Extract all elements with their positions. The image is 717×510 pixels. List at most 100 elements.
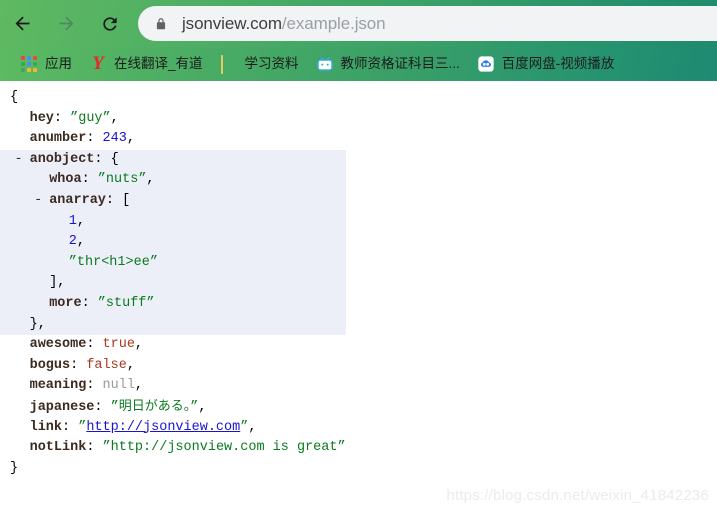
json-collapse-toggle[interactable]: - bbox=[14, 150, 24, 171]
json-token-q: ” bbox=[102, 440, 111, 456]
folder-icon bbox=[220, 55, 237, 74]
json-token-k: japanese bbox=[29, 399, 95, 415]
json-token-k: awesome bbox=[29, 337, 87, 353]
watermark: https://blog.csdn.net/weixin_41842236 bbox=[446, 487, 709, 504]
json-token-num: 1 bbox=[68, 213, 77, 229]
json-token-punc: , bbox=[110, 110, 119, 126]
json-token-num: 2 bbox=[68, 234, 77, 250]
bookmark-study-materials[interactable]: 学习资料 bbox=[214, 51, 306, 77]
json-token-punc: , bbox=[126, 131, 135, 147]
json-token-punc: : bbox=[86, 337, 103, 353]
baidu-pan-icon bbox=[478, 56, 494, 72]
json-token-k: link bbox=[29, 419, 62, 435]
json-token-punc: : bbox=[86, 440, 103, 456]
json-token-punc: }, bbox=[29, 316, 46, 332]
json-token-q: ” bbox=[70, 110, 79, 126]
json-line: notLink: ”http://jsonview.com is great” bbox=[0, 438, 346, 459]
json-line: whoa: ”nuts”, bbox=[0, 170, 346, 191]
bookmark-label: 百度网盘-视频播放 bbox=[501, 56, 615, 72]
forward-button[interactable] bbox=[44, 2, 88, 46]
json-token-punc: , bbox=[134, 337, 144, 353]
json-token-punc: : { bbox=[94, 151, 119, 167]
address-bar[interactable]: jsonview.com/example.json bbox=[138, 6, 717, 41]
json-viewer[interactable]: {hey: ”guy”, anumber: 243, - anobject: {who… bbox=[0, 88, 346, 479]
reload-icon bbox=[103, 16, 117, 31]
page-content: {hey: ”guy”, anumber: 243, - anobject: {who… bbox=[0, 81, 717, 510]
json-line: 1, bbox=[0, 211, 346, 233]
json-token-punc: : bbox=[86, 378, 103, 394]
bookmark-label: 在线翻译_有道 bbox=[114, 56, 203, 72]
json-token-punc: : bbox=[81, 172, 98, 188]
json-token-jp: 明日がある。 bbox=[118, 398, 191, 414]
json-token-str: thr<h1>ee bbox=[76, 254, 150, 270]
bookmark-youdao[interactable]: Y 在线翻译_有道 bbox=[83, 51, 210, 77]
json-token-punc: , bbox=[76, 234, 86, 250]
json-token-lnk[interactable]: http://jsonview.com bbox=[86, 420, 240, 435]
json-line: hey: ”guy”, bbox=[0, 109, 346, 130]
json-token-q: ” bbox=[97, 172, 106, 188]
json-line: } bbox=[0, 459, 346, 480]
json-token-punc: : bbox=[81, 295, 98, 311]
json-token-k: notLink bbox=[29, 440, 87, 456]
browser-window: jsonview.com/example.json 应用 Y 在线翻译_有道 学… bbox=[0, 0, 717, 510]
json-token-k: meaning bbox=[29, 378, 87, 394]
json-token-punc: , bbox=[126, 357, 135, 373]
bookmark-apps[interactable]: 应用 bbox=[14, 51, 79, 77]
json-line: meaning: null, bbox=[0, 376, 346, 397]
json-token-punc: } bbox=[10, 460, 19, 476]
json-line: 2, bbox=[0, 232, 346, 253]
json-token-punc: , bbox=[134, 378, 144, 394]
json-token-str: http://jsonview.com is great bbox=[110, 440, 338, 456]
json-token-punc: , bbox=[76, 213, 86, 229]
bookmark-label: 教师资格证科目三... bbox=[340, 56, 460, 72]
json-line: awesome: true, bbox=[0, 335, 346, 356]
reload-button[interactable] bbox=[88, 2, 132, 46]
json-token-k: hey bbox=[29, 110, 54, 126]
json-line: { bbox=[0, 88, 346, 109]
browser-toolbar: jsonview.com/example.json bbox=[0, 0, 717, 47]
json-token-bool: true bbox=[102, 337, 135, 353]
bookmark-baidu-pan[interactable]: 百度网盘-视频播放 bbox=[471, 51, 622, 77]
navigation-buttons bbox=[0, 0, 132, 47]
json-token-k: bogus bbox=[29, 357, 71, 373]
json-line: anumber: 243, bbox=[0, 129, 346, 150]
json-token-k: more bbox=[49, 295, 82, 311]
json-token-str: nuts bbox=[105, 172, 139, 188]
json-token-bool: false bbox=[86, 357, 127, 373]
json-line: ”thr<h1>ee” bbox=[0, 252, 346, 274]
json-token-punc: , bbox=[146, 172, 155, 188]
json-line: - anobject: { bbox=[0, 149, 346, 171]
json-token-q: ” bbox=[102, 110, 111, 126]
bookmark-label: 应用 bbox=[45, 56, 72, 72]
json-token-q: ” bbox=[97, 295, 106, 311]
json-token-q: ” bbox=[149, 254, 158, 270]
json-token-punc: : bbox=[70, 357, 87, 373]
json-token-q: ” bbox=[146, 295, 155, 311]
json-line: more: ”stuff” bbox=[0, 293, 346, 315]
json-token-punc: : bbox=[86, 131, 103, 147]
json-token-punc: : bbox=[53, 110, 71, 126]
json-line: japanese: ”明日がある。”, bbox=[0, 397, 346, 418]
json-token-k: anarray bbox=[49, 192, 106, 208]
json-token-k: anobject bbox=[29, 151, 95, 167]
url-host: jsonview.com bbox=[182, 13, 282, 33]
json-token-q: ” bbox=[337, 440, 346, 456]
json-token-punc: { bbox=[10, 90, 19, 105]
back-arrow-icon bbox=[15, 16, 29, 31]
url-text: jsonview.com/example.json bbox=[182, 14, 386, 34]
bookmark-label: 学习资料 bbox=[244, 56, 299, 72]
json-token-q: ” bbox=[68, 254, 77, 270]
json-collapse-toggle[interactable]: - bbox=[33, 191, 43, 212]
back-button[interactable] bbox=[0, 2, 44, 46]
lock-icon bbox=[156, 17, 166, 29]
bookmark-teacher-cert[interactable]: 教师资格证科目三... bbox=[310, 51, 467, 77]
json-line: ], bbox=[0, 273, 346, 294]
json-token-str: stuff bbox=[105, 295, 147, 311]
apps-grid-icon bbox=[21, 56, 37, 72]
json-token-punc: : bbox=[94, 399, 111, 415]
json-token-num: 243 bbox=[102, 131, 127, 147]
json-token-punc: : bbox=[62, 419, 79, 435]
youdao-icon: Y bbox=[92, 53, 104, 74]
json-line: bogus: false, bbox=[0, 356, 346, 377]
bookmarks-bar: 应用 Y 在线翻译_有道 学习资料 教师资格证科目三... 百度网盘-视频播放 bbox=[0, 47, 717, 81]
